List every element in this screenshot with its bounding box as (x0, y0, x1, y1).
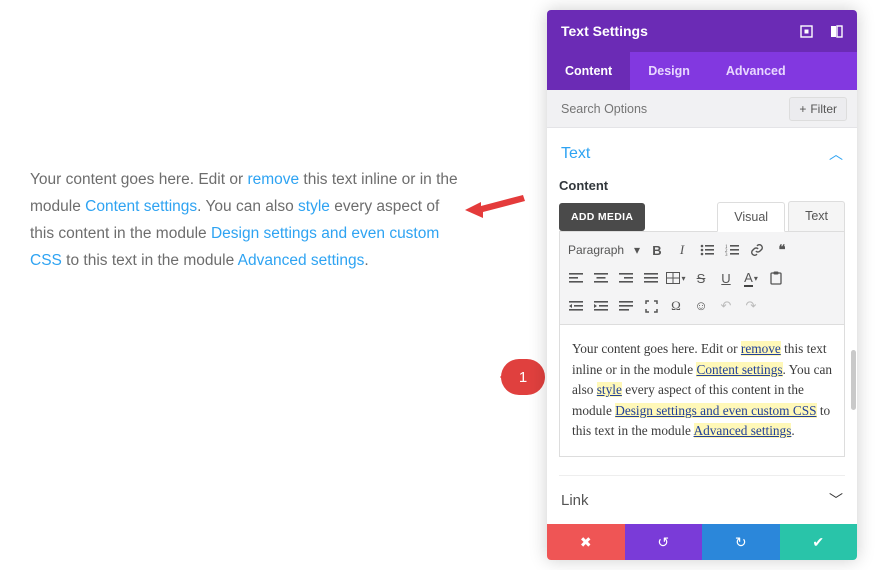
section-title-text: Text (561, 145, 590, 163)
preview-text: to this text in the module (62, 252, 238, 269)
editor-link-style: style (597, 382, 622, 397)
preview-link-remove[interactable]: remove (247, 171, 299, 188)
editor-top-row: ADD MEDIA Visual Text (559, 201, 845, 231)
section-toggle-text[interactable]: Text ︿ (559, 138, 845, 174)
undo-changes-button[interactable]: ↺ (625, 524, 703, 560)
clear-format-button[interactable] (614, 294, 638, 318)
redo-icon: ↻ (735, 534, 747, 551)
redo-changes-button[interactable]: ↻ (702, 524, 780, 560)
preview-text: . You can also (197, 198, 298, 215)
align-right-button[interactable] (614, 266, 638, 290)
editor-link-remove: remove (741, 341, 781, 356)
section-toggle-link[interactable]: Link ﹀ (559, 475, 845, 520)
page-preview-text: Your content goes here. Edit or remove t… (30, 166, 465, 275)
save-button[interactable]: ✔ (780, 524, 858, 560)
annotation-callout-label: 1 (519, 369, 527, 386)
caret-down-icon: ▾ (634, 243, 640, 257)
cancel-button[interactable]: ✖ (547, 524, 625, 560)
paragraph-format-label: Paragraph (568, 243, 624, 257)
search-options-input[interactable] (561, 102, 789, 116)
wysiwyg-editor[interactable]: Your content goes here. Edit or remove t… (559, 325, 845, 457)
fullscreen-button[interactable] (639, 294, 663, 318)
panel-header-actions (799, 24, 843, 38)
add-media-button[interactable]: ADD MEDIA (559, 203, 645, 231)
table-button[interactable]: ▾ (664, 266, 688, 290)
filter-button-label: Filter (810, 102, 837, 116)
preview-link-advanced-settings[interactable]: Advanced settings (238, 252, 365, 269)
link-button[interactable] (745, 238, 769, 262)
underline-button[interactable]: U (714, 266, 738, 290)
outdent-button[interactable] (564, 294, 588, 318)
close-icon: ✖ (580, 534, 592, 551)
paste-button[interactable] (764, 266, 788, 290)
plus-icon: + (799, 102, 806, 116)
undo-icon: ↺ (657, 534, 669, 551)
align-center-button[interactable] (589, 266, 613, 290)
bold-button[interactable]: B (645, 238, 669, 262)
caret-down-icon: ▾ (754, 274, 758, 283)
editor-tab-visual[interactable]: Visual (717, 202, 785, 232)
editor-tab-text[interactable]: Text (788, 201, 845, 231)
editor-text: Your content goes here. Edit or (572, 341, 741, 356)
emoji-button[interactable]: ☺ (689, 294, 713, 318)
settings-tab-bar: Content Design Advanced (547, 52, 857, 90)
caret-down-icon: ▾ (681, 274, 685, 283)
scrollbar-thumb[interactable] (851, 350, 856, 410)
text-settings-panel: Text Settings Content Design Advanced + F… (547, 10, 857, 560)
editor-text: . (791, 423, 794, 438)
panel-title: Text Settings (561, 23, 648, 39)
editor-mode-tabs: Visual Text (714, 201, 845, 231)
editor-link-design-settings: Design settings and even custom CSS (615, 403, 816, 418)
editor-link-advanced-settings: Advanced settings (694, 423, 792, 438)
preview-text: . (364, 252, 368, 269)
chevron-down-icon: ﹀ (829, 490, 843, 510)
preview-link-content-settings[interactable]: Content settings (85, 198, 197, 215)
check-icon: ✔ (812, 534, 824, 551)
expand-icon[interactable] (799, 24, 813, 38)
blockquote-button[interactable]: ❝ (770, 238, 794, 262)
panel-footer: ✖ ↺ ↻ ✔ (547, 524, 857, 560)
tab-advanced[interactable]: Advanced (708, 52, 804, 90)
editor-link-content-settings: Content settings (696, 362, 782, 377)
strikethrough-button[interactable]: S (689, 266, 713, 290)
snap-icon[interactable] (829, 24, 843, 38)
align-justify-button[interactable] (639, 266, 663, 290)
filter-button[interactable]: + Filter (789, 97, 847, 121)
panel-body: Text ︿ Content ADD MEDIA Visual Text Par… (547, 128, 857, 524)
text-color-button[interactable]: A▾ (739, 266, 763, 290)
align-left-button[interactable] (564, 266, 588, 290)
preview-text: Your content goes here. Edit or (30, 171, 247, 188)
annotation-arrow (465, 192, 525, 222)
annotation-callout-1: 1 (501, 359, 545, 395)
preview-link-style[interactable]: style (298, 198, 330, 215)
special-char-button[interactable]: Ω (664, 294, 688, 318)
bullet-list-button[interactable] (695, 238, 719, 262)
numbered-list-button[interactable]: 123 (720, 238, 744, 262)
tab-content[interactable]: Content (547, 52, 630, 90)
editor-toolbar: Paragraph ▾ B I 123 ❝ ▾ S U A▾ (559, 231, 845, 325)
chevron-up-icon: ︿ (829, 144, 843, 164)
paragraph-format-select[interactable]: Paragraph ▾ (564, 240, 644, 260)
italic-button[interactable]: I (670, 238, 694, 262)
indent-button[interactable] (589, 294, 613, 318)
svg-text:3: 3 (725, 253, 728, 256)
field-label-content: Content (559, 178, 845, 193)
section-title-link: Link (561, 492, 589, 509)
tab-design[interactable]: Design (630, 52, 708, 90)
search-row: + Filter (547, 90, 857, 128)
panel-header: Text Settings (547, 10, 857, 52)
undo-button[interactable]: ↶ (714, 294, 738, 318)
redo-button[interactable]: ↷ (739, 294, 763, 318)
